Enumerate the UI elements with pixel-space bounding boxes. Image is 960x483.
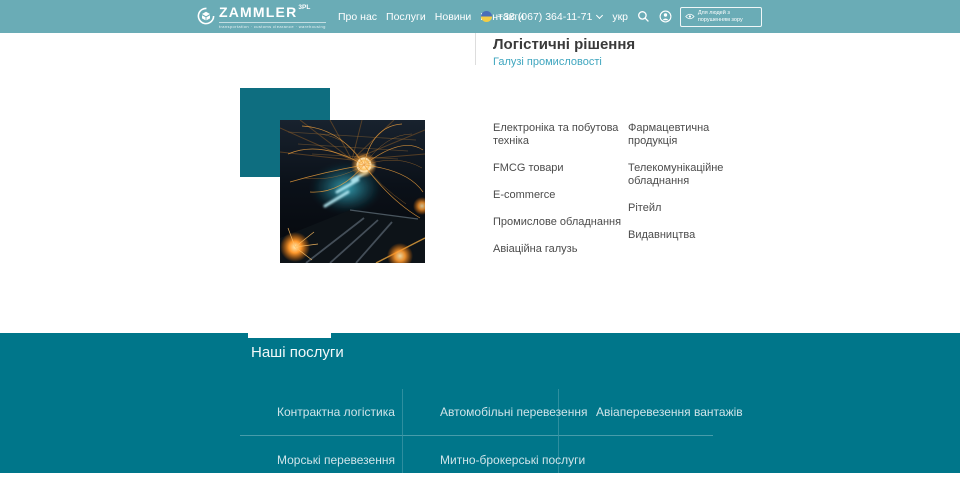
header-utilities: +38 (067) 364-11-71 укр Для людей з пору… [481,0,762,33]
industry-link[interactable]: Фармацевтична продукція [628,122,758,148]
zammler-logo[interactable]: ZAMMLER 3PL transportation · customs cle… [197,5,326,29]
industries-column-1: Електроніка та побутова техніка FMCG това… [493,122,628,256]
heading-left-divider [475,33,476,65]
logo-text: ZAMMLER [219,5,297,20]
service-link[interactable]: Автомобільні перевезення [403,389,559,436]
accessibility-mode-button[interactable]: Для людей з порушенням зору [680,7,762,27]
nav-link[interactable]: Новини [435,11,472,23]
industry-link[interactable]: E-commerce [493,189,628,202]
industry-link[interactable]: Телекомунікаційне обладнання [628,162,758,188]
service-link[interactable]: Морські перевезення [240,436,403,483]
industry-link[interactable]: Видавництва [628,229,758,242]
industry-link[interactable]: Авіаційна галузь [493,243,628,256]
nav-link[interactable]: Послуги [386,11,426,23]
service-link[interactable]: Митно-брокерські послуги [403,436,559,483]
accessibility-button-label: Для людей з порушенням зору [698,10,757,23]
band-white-notch [248,333,331,338]
logo-3pl-suffix: 3PL [298,4,310,11]
page-title: Логістичні рішення [493,36,635,53]
ukraine-flag-icon [481,11,492,22]
industry-link[interactable]: Рітейл [628,202,758,215]
industry-link[interactable]: Промислове обладнання [493,216,628,229]
search-icon[interactable] [637,10,650,23]
chevron-down-icon[interactable] [596,12,603,19]
language-switcher[interactable]: укр [612,11,628,23]
industry-link[interactable]: FMCG товари [493,162,628,175]
industry-photo [280,120,425,263]
phone-number[interactable]: +38 (067) 364-11-71 [497,11,592,23]
industries-column-2: Фармацевтична продукція Телекомунікаційне… [628,122,758,256]
logo-box-icon [197,7,215,25]
industries-breadcrumb-link[interactable]: Галузі промисловості [493,56,602,68]
service-link[interactable]: Контрактна логістика [240,389,403,436]
services-section: Наші послуги Контрактна логістикаАвтомоб… [0,333,960,473]
user-icon[interactable] [659,10,672,23]
nav-link[interactable]: Про нас [338,11,377,23]
industries-list: Електроніка та побутова техніка FMCG това… [493,122,758,256]
logo-tagline: transportation · customs clearance · war… [219,22,326,29]
industry-link[interactable]: Електроніка та побутова техніка [493,122,628,148]
top-header: ZAMMLER 3PL transportation · customs cle… [0,0,960,33]
services-title: Наші послуги [251,344,344,361]
service-link[interactable]: Авіаперевезення вантажів [559,389,713,436]
services-grid: Контрактна логістикаАвтомобільні перевез… [240,389,713,483]
service-cell-empty [559,436,713,483]
eye-icon [685,12,695,21]
